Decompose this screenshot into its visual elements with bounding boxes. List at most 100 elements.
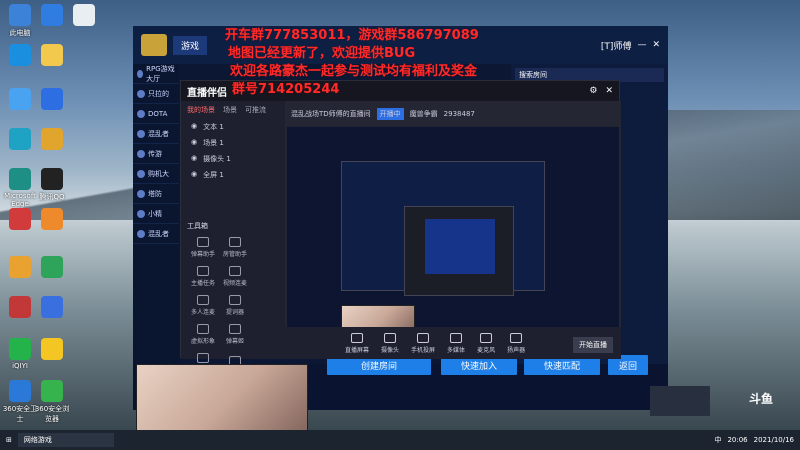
tool-icon [197,295,209,305]
tool-button[interactable]: 虚拟形象 [188,324,218,345]
scene-label: 全屏 1 [203,171,224,179]
desktop-icon[interactable] [34,338,70,362]
minimize-icon[interactable]: — [637,40,646,50]
eye-icon[interactable]: ◉ [191,138,197,148]
scene-list: ◉ 文本 1 ◉ 场景 1 ◉ 摄像头 1 ◉ 全屏 1 [181,119,285,183]
settings-icon[interactable]: ⚙ [589,86,597,96]
tool-label: 弹幕助手 [190,251,215,258]
room-title: 混乱战场TD师傅的直播间 [291,110,371,118]
tool-button[interactable]: 房管助手 [220,237,250,258]
tab-game[interactable]: 游戏 [173,35,208,55]
app-icon [9,256,31,278]
overlay-line-3: 欢迎各路豪杰一起参与测试均有福利及奖金 [230,64,478,79]
windows-start-icon[interactable]: ⊞ [6,436,12,444]
desktop-icon[interactable]: 360安全浏览器 [34,380,70,424]
desktop-icon[interactable] [2,128,38,152]
desktop-icon[interactable]: 腾讯QQ [34,168,70,202]
category[interactable]: 魔兽争霸 [410,109,438,119]
wps-icon [41,88,63,110]
sidebar-item[interactable]: 混乱者 [133,224,179,244]
sidebar-item[interactable]: 只拉的 [133,84,179,104]
scene-item[interactable]: ◉ 文本 1 [181,119,285,135]
desktop-icon[interactable] [34,128,70,152]
input-language[interactable]: 中 [714,435,721,445]
nested-preview [341,161,545,296]
source-button[interactable]: 手机投屏 [411,332,435,354]
tool-button[interactable]: 多人连麦 [188,295,218,316]
close-icon[interactable]: ✕ [652,40,660,50]
tool-button[interactable]: 视频连麦 [220,266,250,287]
desktop-icon[interactable]: 360安全卫士 [2,380,38,424]
qq-icon [41,168,63,190]
eye-icon[interactable]: ◉ [191,170,197,180]
stream-main: 混乱战场TD师傅的直播间 开播中 魔兽争霸 2938487 直播屏幕 摄像头 手机投… [285,101,621,359]
sidebar-item-label: 塔防 [148,189,162,198]
clock-date[interactable]: 2021/10/16 [754,436,794,444]
eye-icon[interactable]: ◉ [191,122,197,132]
tool-button[interactable]: 弹幕助手 [188,237,218,258]
tool-button[interactable]: 提词器 [220,295,250,316]
source-button[interactable]: 摄像头 [381,332,400,354]
sidebar-item[interactable]: 传游 [133,144,179,164]
desktop-icon[interactable] [2,88,38,112]
desktop-icon[interactable]: 此电脑 [2,4,38,38]
sidebar-item[interactable]: 小精 [133,204,179,224]
desktop-icon-label: 腾讯QQ [39,193,65,201]
desktop-icon[interactable] [2,44,38,68]
close-icon[interactable]: ✕ [605,86,613,96]
tab-scene[interactable]: 我的场景 [187,105,215,115]
source-label: 直播屏幕 [345,346,370,354]
scene-item[interactable]: ◉ 全屏 1 [181,167,285,183]
file-icon [73,4,95,26]
user-name[interactable]: [T]师傅 [601,39,632,52]
desktop-icon[interactable] [34,256,70,280]
source-button[interactable]: 多媒体 [447,332,465,354]
desktop-icon[interactable] [2,256,38,280]
start-stream-button[interactable]: 开始直播 [573,337,613,353]
tool-label: 虚拟形象 [190,338,215,345]
sidebar-item[interactable]: 购机大 [133,164,179,184]
k-app-icon [41,4,63,26]
folder-icon [41,44,63,66]
sidebar-item[interactable]: DOTA [133,104,179,124]
scene-label: 摄像头 1 [203,155,231,163]
app-icon [41,296,63,318]
desktop-icon[interactable] [34,44,70,68]
tab-scene[interactable]: 可推流 [245,105,266,115]
source-button[interactable]: 直播屏幕 [345,332,370,354]
tool-button[interactable]: 弹幕姬 [220,324,250,345]
desktop-icon-label: 此电脑 [9,29,31,37]
desktop-icon[interactable]: iQIYI [2,338,38,370]
source-button[interactable]: 麦克风 [477,332,495,354]
scene-item[interactable]: ◉ 摄像头 1 [181,151,285,167]
desktop-icon[interactable] [2,208,38,232]
sidebar-item[interactable]: 混乱者 [133,124,179,144]
shield-icon [9,380,31,402]
scene-label: 文本 1 [203,123,224,131]
tab-scene[interactable]: 场景 [223,105,237,115]
game-icon [137,129,145,138]
stream-app-window[interactable]: 直播伴侣 ⚙ ✕ 我的场景 场景 可推流 ◉ 文本 1 ◉ 场景 1 ◉ 摄像头 1 ◉ 全屏 1… [180,80,621,392]
desktop-icon[interactable] [34,4,70,28]
sidebar-item[interactable]: 塔防 [133,184,179,204]
desktop-icon[interactable] [34,208,70,232]
sidebar-item-label: 混乱者 [148,229,169,238]
desktop-icon[interactable] [66,4,102,28]
desktop-icon[interactable]: Microsoft Edge [2,168,38,208]
eye-icon[interactable]: ◉ [191,154,197,164]
desktop-icon-label: iQIYI [12,362,28,370]
app-icon [41,256,63,278]
desktop-icon[interactable] [34,88,70,112]
desktop-icon[interactable] [2,296,38,320]
desktop-icon-label: 360安全浏览器 [34,405,70,423]
source-button[interactable]: 扬声器 [507,332,525,354]
tool-button[interactable]: 主播任务 [188,266,218,287]
clock-time[interactable]: 20:06 [727,436,747,444]
taskbar-search[interactable]: 网络游戏 [17,433,114,447]
tool-label: 多人连麦 [190,309,215,316]
desktop-icon[interactable] [34,296,70,320]
source-label: 摄像头 [381,346,400,354]
scene-item[interactable]: ◉ 场景 1 [181,135,285,151]
sidebar-item[interactable]: RPG游戏大厅 [133,64,179,84]
sidebar-item-label: 小精 [148,209,162,218]
